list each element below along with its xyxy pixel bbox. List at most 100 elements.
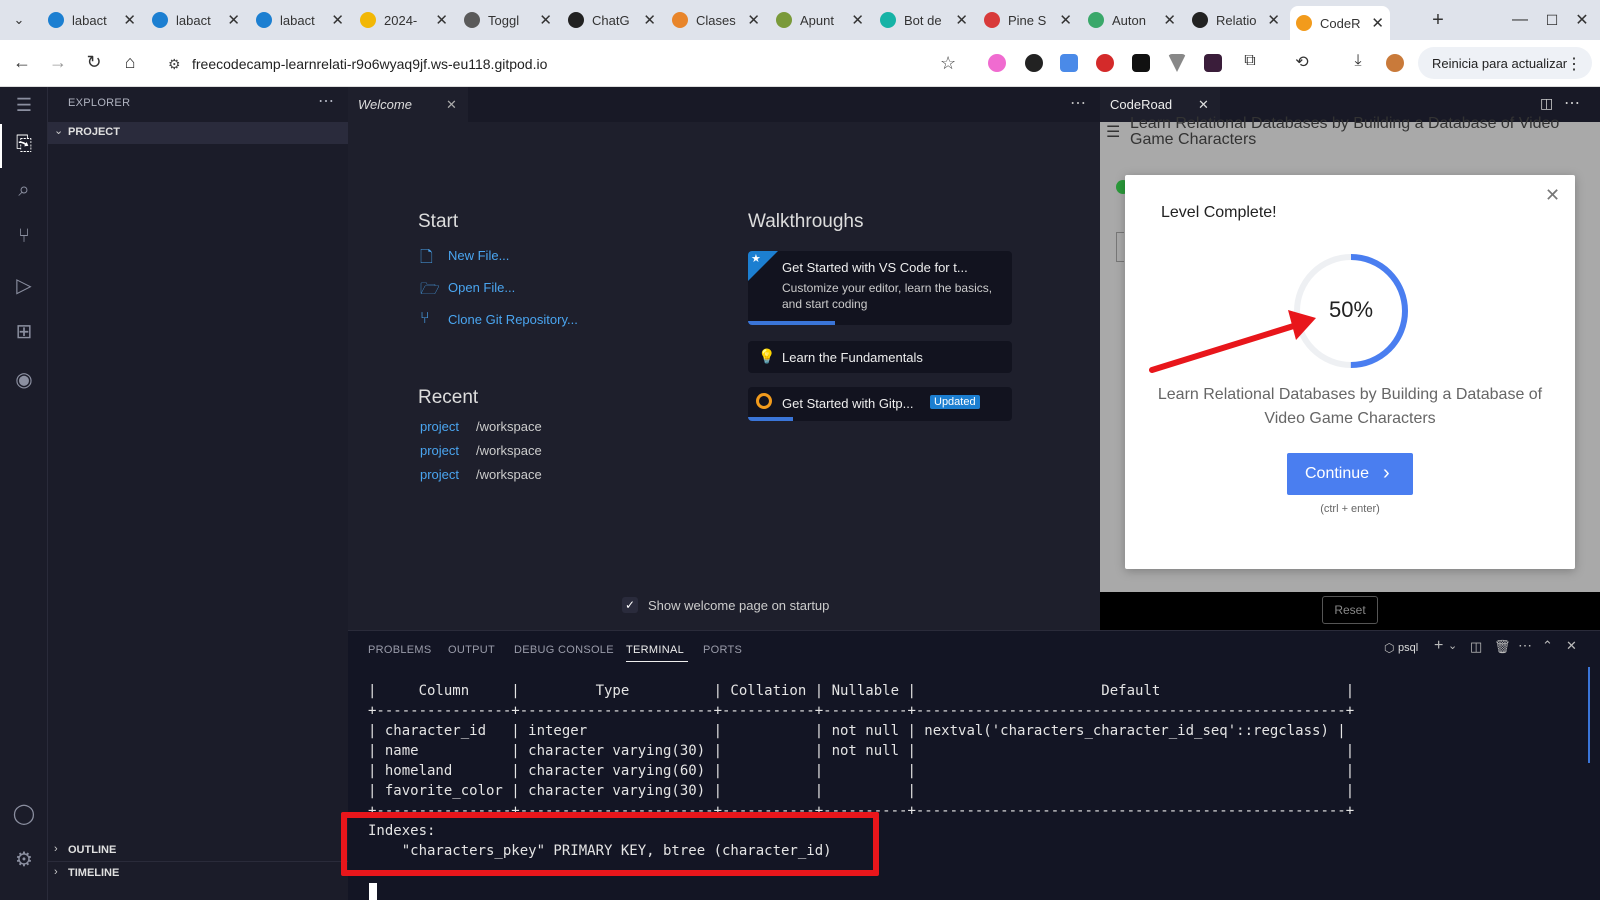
browser-tab[interactable]: labact ✕	[250, 4, 350, 36]
close-icon[interactable]: ✕	[1371, 14, 1384, 32]
close-icon[interactable]: ✕	[227, 11, 240, 29]
browser-tab[interactable]: Toggl ✕	[458, 4, 558, 36]
explorer-files-icon[interactable]: ⎘	[12, 133, 36, 157]
close-icon[interactable]: ✕	[331, 11, 344, 29]
source-control-icon[interactable]: ⑂	[12, 225, 36, 249]
close-icon[interactable]: ✕	[1059, 11, 1072, 29]
recent-item[interactable]: project/workspace	[420, 467, 542, 482]
close-icon[interactable]: ✕	[446, 97, 457, 113]
bookmark-star-icon[interactable]: ☆	[940, 53, 956, 74]
forward-button[interactable]: →	[46, 52, 70, 73]
avatar[interactable]	[1386, 54, 1404, 72]
split-editor-icon[interactable]: ◫	[1540, 95, 1553, 112]
address-bar[interactable]: ⚙ freecodecamp-learnrelati-r9o6wyaq9jf.w…	[160, 48, 975, 80]
browser-tab[interactable]: Apunt ✕	[770, 4, 870, 36]
tab-debug-console[interactable]: DEBUG CONSOLE	[514, 644, 614, 656]
tab-problems[interactable]: PROBLEMS	[368, 644, 432, 656]
run-debug-icon[interactable]: ▷	[12, 273, 36, 297]
more-actions-icon[interactable]: ⋯	[318, 91, 334, 111]
back-button[interactable]: ←	[10, 52, 34, 73]
walkthrough-card-vscode[interactable]: ★ Get Started with VS Code for t... Cust…	[748, 251, 1012, 325]
home-button[interactable]: ⌂	[118, 52, 142, 73]
more-actions-icon[interactable]: ⋯	[1518, 637, 1532, 654]
reload-button[interactable]: ↻	[82, 52, 106, 73]
new-file-icon: 🗋	[420, 249, 433, 266]
tab-search-button[interactable]: ⌄	[6, 4, 32, 36]
browser-tab[interactable]: Bot de ✕	[874, 4, 974, 36]
menu-icon[interactable]: ☰	[12, 95, 36, 119]
account-icon[interactable]: ◯	[12, 801, 36, 825]
close-icon[interactable]: ✕	[851, 11, 864, 29]
new-tab-button[interactable]: +	[1424, 4, 1452, 36]
maximize-button[interactable]: ☐	[1540, 4, 1564, 36]
browser-tab[interactable]: 2024- ✕	[354, 4, 454, 36]
tab-terminal[interactable]: TERMINAL	[626, 644, 684, 656]
close-icon[interactable]: ✕	[1267, 11, 1280, 29]
close-icon[interactable]: ✕	[435, 11, 448, 29]
close-icon[interactable]: ✕	[539, 11, 552, 29]
recent-item[interactable]: project/workspace	[420, 443, 542, 458]
outline-section-header[interactable]: › OUTLINE	[48, 839, 348, 861]
extension-icon[interactable]	[1168, 54, 1186, 72]
extension-icon[interactable]	[1132, 54, 1150, 72]
extensions-puzzle-icon[interactable]: ⧉	[1238, 52, 1262, 70]
walkthrough-card-fundamentals[interactable]: 💡 Learn the Fundamentals	[748, 341, 1012, 373]
close-icon[interactable]: ✕	[1163, 11, 1176, 29]
timeline-section-header[interactable]: › TIMELINE	[48, 861, 348, 883]
trash-icon[interactable]: 🗑	[1494, 639, 1511, 655]
terminal-output[interactable]: | Column | Type | Collation | Nullable |…	[368, 681, 1568, 881]
chevron-down-icon[interactable]: ⌄	[1448, 639, 1457, 652]
browser-tab[interactable]: Auton ✕	[1082, 4, 1182, 36]
show-welcome-checkbox[interactable]: ✓	[622, 597, 638, 613]
browser-tab[interactable]: labact ✕	[42, 4, 142, 36]
browser-tab-label: Bot de	[904, 12, 942, 28]
close-icon[interactable]: ✕	[1198, 97, 1209, 113]
browser-tab[interactable]: Clases ✕	[666, 4, 766, 36]
close-icon[interactable]: ✕	[643, 11, 656, 29]
extension-icon[interactable]	[988, 54, 1006, 72]
chevron-up-icon[interactable]: ⌃	[1542, 638, 1553, 654]
open-file-link[interactable]: 🗁 Open File...	[420, 278, 515, 305]
continue-button[interactable]: Continue ›	[1287, 453, 1413, 495]
close-window-button[interactable]: ✕	[1570, 4, 1594, 36]
close-panel-icon[interactable]: ✕	[1566, 638, 1577, 654]
tab-welcome[interactable]: Welcome ✕	[348, 87, 468, 122]
browser-tab[interactable]: ChatG ✕	[562, 4, 662, 36]
new-file-link[interactable]: 🗋 New File...	[420, 246, 509, 273]
browser-tab[interactable]: labact ✕	[146, 4, 246, 36]
more-actions-icon[interactable]: ⋯	[1070, 93, 1086, 113]
minimize-button[interactable]: —	[1508, 4, 1532, 36]
site-info-icon[interactable]: ⚙	[168, 56, 181, 73]
settings-gear-icon[interactable]: ⚙	[12, 847, 36, 871]
walkthrough-card-gitpod[interactable]: Get Started with Gitp... Updated	[748, 387, 1012, 421]
browser-tab[interactable]: Pine S ✕	[978, 4, 1078, 36]
tab-output[interactable]: OUTPUT	[448, 644, 495, 656]
update-button[interactable]: Reinicia para actualizar ⋮	[1418, 47, 1592, 79]
extensions-icon[interactable]: ⊞	[12, 319, 36, 343]
github-icon[interactable]: ◉	[12, 367, 36, 391]
download-icon[interactable]: ⤓	[1346, 52, 1370, 70]
more-actions-icon[interactable]: ⋯	[1564, 93, 1580, 113]
add-terminal-icon[interactable]: +	[1434, 637, 1443, 655]
recent-item[interactable]: project/workspace	[420, 419, 542, 434]
close-icon[interactable]: ✕	[747, 11, 760, 29]
extension-icon[interactable]	[1025, 54, 1043, 72]
close-icon[interactable]: ✕	[123, 11, 136, 29]
extension-icon[interactable]	[1204, 54, 1222, 72]
terminal-scrollbar[interactable]	[1588, 667, 1592, 763]
translate-icon[interactable]	[1060, 54, 1078, 72]
clone-repo-link[interactable]: ⑂ Clone Git Repository...	[420, 310, 578, 328]
tab-ports[interactable]: PORTS	[703, 644, 742, 656]
reset-button[interactable]: Reset	[1322, 596, 1378, 624]
project-section-header[interactable]: ⌄ PROJECT	[48, 122, 348, 144]
kebab-menu-icon[interactable]: ⋮	[1566, 54, 1582, 74]
search-icon[interactable]: ⌕	[12, 179, 36, 203]
split-terminal-icon[interactable]: ◫	[1470, 639, 1482, 655]
history-icon[interactable]: ⟲	[1290, 52, 1314, 72]
browser-tab[interactable]: Relatio ✕	[1186, 4, 1286, 36]
browser-tab[interactable]: CodeR ✕	[1290, 6, 1390, 40]
close-icon[interactable]: ✕	[955, 11, 968, 29]
close-icon[interactable]: ✕	[1545, 185, 1560, 206]
extension-icon[interactable]	[1096, 54, 1114, 72]
outline-menu-icon[interactable]: ☰	[1106, 122, 1120, 142]
